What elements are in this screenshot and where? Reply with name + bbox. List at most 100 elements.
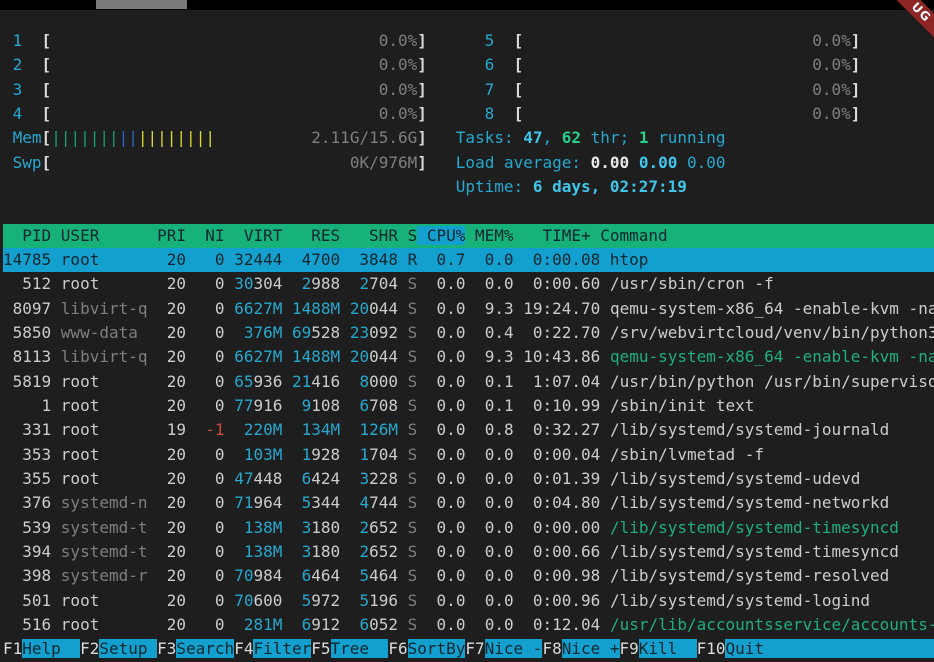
process-row-501-seg-2: 70 [234, 591, 253, 610]
process-row-539[interactable]: 539 systemd-t 20 0 138M 3180 2652 S 0.0 … [3, 516, 934, 540]
process-row-331-seg-3 [225, 420, 235, 439]
process-row-516[interactable]: 516 root 20 0 281M 6912 6052 S 0.0 0.0 0… [3, 613, 934, 637]
process-row-8113[interactable]: 8113 libvirt-q 20 0 6627M 1488M 20044 S … [3, 345, 934, 369]
sort-column-cpu[interactable]: CPU% [417, 226, 465, 245]
process-row-512-seg-6: 988 [311, 274, 340, 293]
fkey-f3[interactable]: F3 [157, 639, 176, 658]
process-row-1-seg-7 [340, 396, 350, 415]
cpu-meter-row-4-8-seg-8 [494, 104, 513, 123]
fkey-label-quit[interactable]: Quit [725, 639, 934, 658]
cpu-meter-row-3-7-seg-7: 7 [485, 80, 495, 99]
table-header-left[interactable]: PID USER PRI NI VIRT RES SHR S [3, 226, 417, 245]
fkey-f9[interactable]: F9 [620, 639, 639, 658]
process-row-5819[interactable]: 5819 root 20 0 65936 21416 8000 S 0.0 0.… [3, 370, 934, 394]
process-row-5850-seg-12: 0.0 0.4 0:22.70 [417, 323, 610, 342]
command-timesyncd: /lib/systemd/systemd-timesyncd [610, 542, 899, 561]
process-row-376-seg-8 [340, 493, 350, 512]
fkey-f4[interactable]: F4 [234, 639, 253, 658]
fkey-label-nice-plus[interactable]: Nice + [562, 639, 620, 658]
fkey-label-tree[interactable]: Tree [331, 639, 389, 658]
process-row-394-seg-7 [340, 542, 350, 561]
process-row-501-seg-11: S [408, 591, 418, 610]
process-row-355-seg-5: 6 [292, 469, 311, 488]
process-row-501-seg-0: 501 root [3, 591, 148, 610]
process-row-5850-seg-5: 69 [292, 323, 311, 342]
process-row-394-seg-2: 20 0 [148, 542, 235, 561]
fkey-f6[interactable]: F6 [388, 639, 407, 658]
fkey-label-search[interactable]: Search [176, 639, 234, 658]
terminal-screen: 1 [ 0.0%] 5 [ 0.0%] 2 [ 0.0%] 6 [ 0.0%] … [3, 29, 934, 662]
fkey-label-sortby[interactable]: SortBy [408, 639, 466, 658]
process-row-8097-seg-3: 6627M [234, 299, 282, 318]
process-row-539-seg-9: 652 [369, 518, 398, 537]
process-row-8097-seg-10: S [408, 299, 418, 318]
mem-cache-pipes: |||||||| [138, 128, 215, 147]
process-row-398-seg-1: systemd-r [61, 566, 148, 585]
process-row-398[interactable]: 398 systemd-r 20 0 70984 6464 5464 S 0.0… [3, 564, 934, 588]
tasks-label: Tasks: [456, 128, 523, 147]
cpu-meter-row-2-6-seg-6 [427, 55, 485, 74]
process-row-539-seg-5: 3 [292, 518, 311, 537]
process-row-1[interactable]: 1 root 20 0 77916 9108 6708 S 0.0 0.1 0:… [3, 394, 934, 418]
process-row-394-seg-11: S [408, 542, 418, 561]
process-row-1-seg-8: 6 [350, 396, 369, 415]
process-row-516-seg-1: 20 0 [148, 615, 235, 634]
process-row-14785-selected[interactable]: 14785 root 20 0 32444 4700 3848 R 0.7 0.… [3, 248, 934, 272]
function-key-bar[interactable]: F1Help F2Setup F3SearchF4FilterF5Tree F6… [3, 637, 934, 661]
process-row-353[interactable]: 353 root 20 0 103M 1928 1704 S 0.0 0.0 0… [3, 443, 934, 467]
process-row-353-seg-1: 20 0 [148, 445, 235, 464]
cpu-meter-row-3-7-seg-8 [494, 80, 513, 99]
cpu-meter-row-1-5-seg-1: 1 [13, 31, 23, 50]
fkey-f8[interactable]: F8 [542, 639, 561, 658]
table-header-row[interactable]: PID USER PRI NI VIRT RES SHR S CPU% MEM%… [3, 224, 934, 248]
cpu-meter-row-1-5-seg-3: [ [42, 31, 52, 50]
cpu-meter-row-4-8-seg-7: 8 [485, 104, 495, 123]
process-row-5850-seg-4 [282, 323, 292, 342]
fkey-label-filter[interactable]: Filter [253, 639, 311, 658]
process-row-394-seg-3: 138M [234, 542, 282, 561]
process-row-5819-seg-3: 936 [253, 372, 282, 391]
fkey-f2[interactable]: F2 [80, 639, 99, 658]
fkey-label-setup[interactable]: Setup [99, 639, 157, 658]
process-row-394[interactable]: 394 systemd-t 20 0 138M 3180 2652 S 0.0 … [3, 540, 934, 564]
process-row-5850-seg-10 [398, 323, 408, 342]
fkey-f7[interactable]: F7 [465, 639, 484, 658]
fkey-label-help[interactable]: Help [22, 639, 80, 658]
process-row-355-seg-1: 20 0 [148, 469, 235, 488]
swp-meter-load-row-seg-5: ] [417, 153, 427, 172]
cpu-meter-row-3-7-seg-9: [ [514, 80, 524, 99]
process-row-5819-seg-6: 416 [311, 372, 340, 391]
process-row-8097-seg-1: libvirt-q [61, 299, 148, 318]
cpu-meter-row-4-8-seg-11: ] [851, 104, 861, 123]
process-row-376-seg-6: 5 [292, 493, 311, 512]
process-row-394-seg-0: 394 [3, 542, 61, 561]
process-row-512-seg-0: 512 root [3, 274, 148, 293]
fkey-f10[interactable]: F10 [697, 639, 726, 658]
process-row-512[interactable]: 512 root 20 0 30304 2988 2704 S 0.0 0.0 … [3, 272, 934, 296]
table-header-right[interactable]: MEM% TIME+ Command [465, 226, 934, 245]
process-row-331[interactable]: 331 root 19 -1 220M 134M 126M S 0.0 0.8 … [3, 418, 934, 442]
mem-meter-tasks-row-seg-12: , [543, 128, 562, 147]
process-row-331-seg-1: 19 [148, 420, 187, 439]
uptime-value: 6 days, 02:27:19 [533, 177, 687, 196]
fkey-label-kill[interactable]: Kill [639, 639, 697, 658]
command-webvirtcloud: /srv/webvirtcloud/venv/bin/python3 [610, 323, 934, 342]
selected-process-htop[interactable]: 14785 root 20 0 32444 4700 3848 R 0.7 0.… [3, 250, 934, 269]
cpu-meter-row-4-8-seg-4: 0.0% [51, 104, 417, 123]
process-row-539-seg-1: systemd-t [61, 518, 148, 537]
process-row-376[interactable]: 376 systemd-n 20 0 71964 5344 4744 S 0.0… [3, 491, 934, 515]
fkey-f1[interactable]: F1 [3, 639, 22, 658]
process-row-501-seg-9: 196 [369, 591, 398, 610]
cpu-meter-row-4-8-seg-3: [ [42, 104, 52, 123]
fkey-f5[interactable]: F5 [311, 639, 330, 658]
process-row-501[interactable]: 501 root 20 0 70600 5972 5196 S 0.0 0.0 … [3, 589, 934, 613]
process-row-398-seg-4: 984 [253, 566, 282, 585]
process-row-355[interactable]: 355 root 20 0 47448 6424 3228 S 0.0 0.0 … [3, 467, 934, 491]
process-row-5819-seg-0: 5819 root [3, 372, 148, 391]
process-row-5850[interactable]: 5850 www-data 20 0 376M 69528 23092 S 0.… [3, 321, 934, 345]
process-row-355-seg-10 [398, 469, 408, 488]
process-row-512-seg-11: S [408, 274, 418, 293]
process-row-8097[interactable]: 8097 libvirt-q 20 0 6627M 1488M 20044 S … [3, 297, 934, 321]
process-row-376-seg-3: 71 [234, 493, 253, 512]
fkey-label-nice-minus[interactable]: Nice - [485, 639, 543, 658]
